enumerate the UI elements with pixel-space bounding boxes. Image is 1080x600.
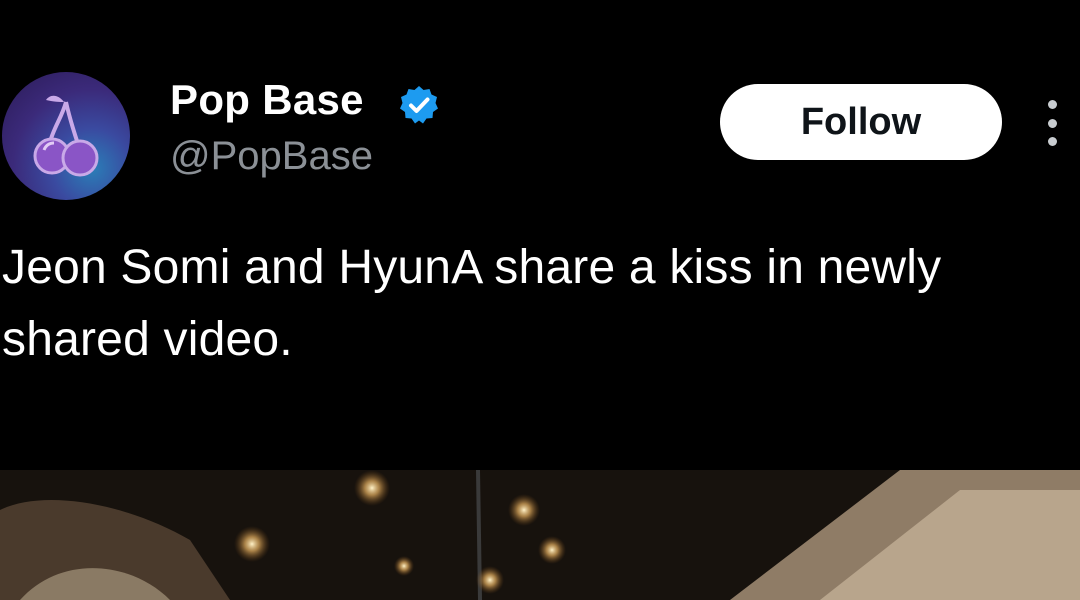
video-thumbnail — [0, 470, 1080, 600]
more-vertical-icon[interactable] — [1040, 100, 1064, 146]
tweet-media-video[interactable] — [0, 470, 1080, 600]
author-handle[interactable]: @PopBase — [170, 134, 373, 179]
tweet-text: Jeon Somi and HyunA share a kiss in newl… — [2, 241, 942, 366]
follow-button[interactable]: Follow — [720, 84, 1002, 160]
author-display-name[interactable]: Pop Base — [170, 76, 364, 124]
verified-badge-icon — [400, 86, 438, 124]
cherry-icon — [33, 95, 99, 177]
avatar[interactable] — [2, 72, 130, 200]
